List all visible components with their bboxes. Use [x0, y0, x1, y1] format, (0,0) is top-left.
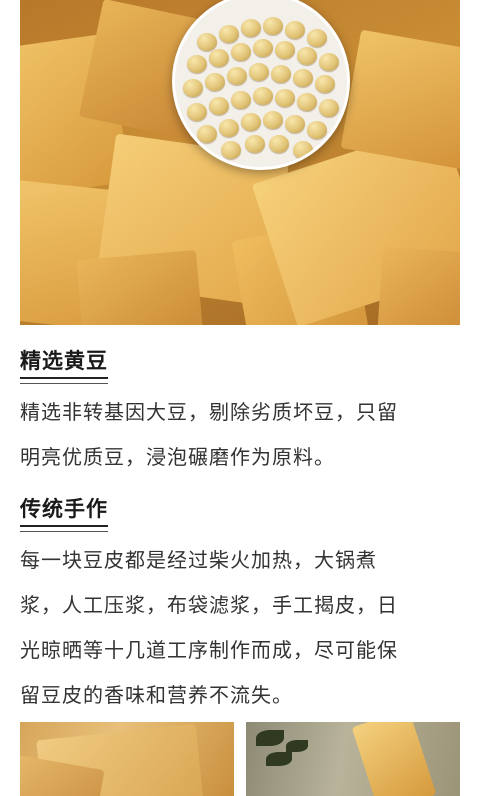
soybean-plate [172, 0, 350, 170]
title-underline-secondary [20, 383, 108, 384]
title-underline [20, 377, 108, 379]
paragraph-line: 明亮优质豆，浸泡碾磨作为原料。 [20, 445, 335, 469]
hero-product-image [20, 0, 460, 325]
section-title-text: 精选黄豆 [20, 349, 108, 373]
thumbnail-tofu-skin-closeup [20, 722, 234, 796]
paragraph-line: 光晾晒等十几道工序制作而成，尽可能保 [20, 638, 398, 662]
thumbnail-tofu-skin-drying [246, 722, 460, 796]
paragraph-line: 每一块豆皮都是经过柴火加热，大锅煮 [20, 548, 377, 572]
section-title-traditional-handmade: 传统手作 [20, 493, 108, 532]
paragraph-line: 精选非转基因大豆，剔除劣质坏豆，只留 [20, 400, 398, 424]
section-paragraph-select-soybeans: 精选非转基因大豆，剔除劣质坏豆，只留 明亮优质豆，浸泡碾磨作为原料。 [20, 390, 460, 480]
section-paragraph-traditional-handmade: 每一块豆皮都是经过柴火加热，大锅煮 浆，人工压浆，布袋滤浆，手工揭皮，日 光晾晒… [20, 538, 460, 718]
paragraph-line: 浆，人工压浆，布袋滤浆，手工揭皮，日 [20, 593, 398, 617]
title-underline [20, 525, 108, 527]
section-title-text: 传统手作 [20, 497, 108, 521]
title-underline-secondary [20, 531, 108, 532]
paragraph-line: 留豆皮的香味和营养不流失。 [20, 683, 293, 707]
product-detail-page: 精选黄豆 精选非转基因大豆，剔除劣质坏豆，只留 明亮优质豆，浸泡碾磨作为原料。 … [0, 0, 479, 796]
section-title-select-soybeans: 精选黄豆 [20, 345, 108, 384]
